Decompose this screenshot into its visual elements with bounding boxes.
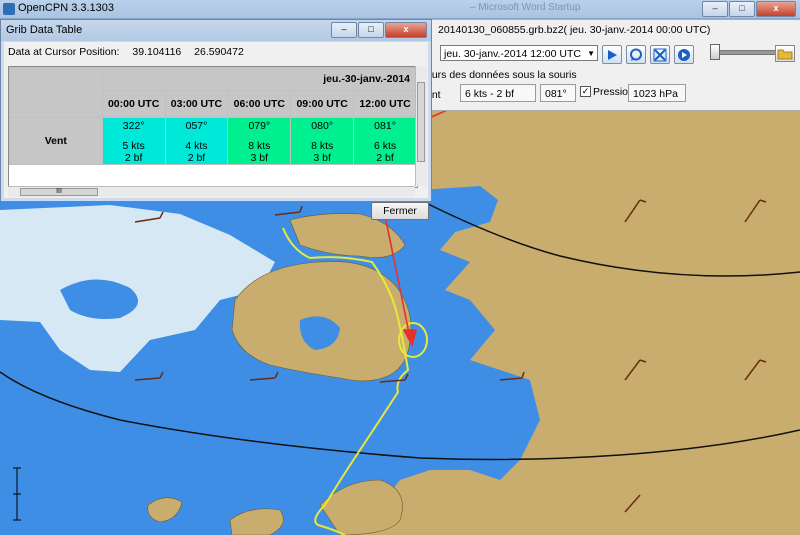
horizontal-scrollbar[interactable]: III bbox=[8, 186, 415, 197]
wind-cell[interactable]: 057° 4 kts 2 bf bbox=[164, 117, 229, 165]
open-file-button[interactable] bbox=[775, 45, 795, 62]
folder-icon bbox=[777, 49, 793, 60]
app-titlebar[interactable]: OpenCPN 3.3.1303 – Microsoft Word Startu… bbox=[0, 0, 800, 19]
pression-value: 1023 hPa bbox=[628, 84, 686, 102]
app-title: OpenCPN 3.3.1303 bbox=[18, 2, 115, 14]
forward-circle-icon bbox=[678, 48, 690, 61]
wind-cell[interactable]: 079° 8 kts 3 bf bbox=[227, 117, 292, 165]
next-step-button[interactable] bbox=[674, 45, 694, 64]
horizontal-scroll-thumb[interactable]: III bbox=[20, 188, 98, 196]
wind-direction-value: 081° bbox=[540, 84, 576, 102]
wind-cell-kts: 6 kts bbox=[373, 140, 397, 152]
wind-cell[interactable]: 081° 6 kts 2 bf bbox=[353, 117, 417, 165]
grib-data-table-dialog: Grib Data Table – □ x Data at Cursor Pos… bbox=[0, 19, 432, 220]
wind-cell-bf: 3 bf bbox=[313, 152, 331, 164]
play-icon bbox=[608, 49, 617, 60]
cursor-position-readout: Data at Cursor Position: 39.104116 26.59… bbox=[8, 46, 254, 58]
grid-corner bbox=[9, 67, 103, 118]
wind-cell-kts: 8 kts bbox=[311, 140, 334, 152]
wind-cell[interactable]: 080° 8 kts 3 bf bbox=[290, 117, 355, 165]
grid-time-header: 09:00 UTC bbox=[290, 90, 355, 118]
wind-cell-bf: 3 bf bbox=[250, 152, 269, 164]
vertical-scrollbar[interactable] bbox=[415, 66, 427, 186]
dialog-maximize-button[interactable]: □ bbox=[358, 22, 384, 38]
zoom-to-fit-button[interactable] bbox=[650, 45, 670, 64]
grid-time-header: 06:00 UTC bbox=[227, 90, 292, 118]
wind-cell-dir: 081° bbox=[374, 120, 396, 132]
wind-cell-bf: 2 bf bbox=[124, 152, 143, 164]
wind-cell[interactable]: 322° 5 kts 2 bf bbox=[101, 117, 166, 165]
time-select-value: jeu. 30-janv.-2014 12:00 UTC bbox=[444, 48, 581, 60]
grib-data-grid[interactable]: jeu.-30-janv.-2014 00:00 UTC 03:00 UTC 06:… bbox=[8, 66, 418, 188]
grid-time-header: 00:00 UTC bbox=[101, 90, 166, 118]
wind-cell-bf: 2 bf bbox=[187, 152, 206, 164]
grib-file-label: 20140130_060855.grb.bz2( jeu. 30-janv.-2… bbox=[438, 24, 711, 36]
opencpn-app-icon bbox=[3, 3, 15, 15]
cursor-longitude: 26.590472 bbox=[194, 46, 244, 58]
now-button[interactable] bbox=[626, 45, 646, 64]
wind-cell-dir: 322° bbox=[122, 120, 145, 132]
wind-cell-bf: 2 bf bbox=[376, 152, 394, 164]
cursor-position-label: Data at Cursor Position: bbox=[8, 46, 120, 58]
maximize-button[interactable]: □ bbox=[729, 1, 755, 17]
wind-cell-dir: 080° bbox=[311, 120, 334, 132]
wind-cell-dir: 079° bbox=[248, 120, 271, 132]
grid-time-header: 12:00 UTC bbox=[353, 90, 417, 118]
close-button[interactable]: x bbox=[756, 1, 796, 17]
grid-time-header: 03:00 UTC bbox=[164, 90, 229, 118]
chevron-down-icon: ▼ bbox=[587, 49, 595, 58]
vertical-scroll-thumb[interactable] bbox=[417, 82, 425, 162]
wind-cell-dir: 057° bbox=[185, 120, 208, 132]
fermer-button[interactable]: Fermer bbox=[371, 202, 429, 220]
dialog-body: Data at Cursor Position: 39.104116 26.59… bbox=[4, 42, 429, 220]
cursor-data-heading: eurs des données sous la souris bbox=[426, 69, 577, 81]
wind-cell-kts: 4 kts bbox=[185, 140, 208, 152]
cursor-latitude: 39.104116 bbox=[132, 46, 182, 58]
minimize-button[interactable]: – bbox=[702, 1, 728, 17]
expand-arrows-icon bbox=[653, 48, 667, 61]
dialog-minimize-button[interactable]: – bbox=[331, 22, 357, 38]
dialog-close-button[interactable]: x bbox=[385, 22, 427, 38]
row-header-vent: Vent bbox=[9, 117, 103, 165]
grid-date-header: jeu.-30-janv.-2014 bbox=[101, 67, 417, 91]
background-window-title: – Microsoft Word Startup bbox=[470, 2, 581, 13]
grib-time-select[interactable]: jeu. 30-janv.-2014 12:00 UTC ▼ bbox=[440, 45, 598, 61]
wind-cell-kts: 8 kts bbox=[248, 140, 271, 152]
play-button[interactable] bbox=[602, 45, 622, 64]
dialog-title: Grib Data Table bbox=[6, 24, 83, 36]
dialog-titlebar[interactable]: Grib Data Table – □ x bbox=[1, 20, 431, 41]
wind-cell-kts: 5 kts bbox=[122, 140, 145, 152]
pression-checkbox[interactable]: ✓ bbox=[580, 86, 591, 97]
opacity-slider-thumb[interactable] bbox=[710, 44, 720, 60]
wind-speed-value: 6 kts - 2 bf bbox=[460, 84, 536, 102]
chat-bubble-icon bbox=[630, 48, 642, 61]
